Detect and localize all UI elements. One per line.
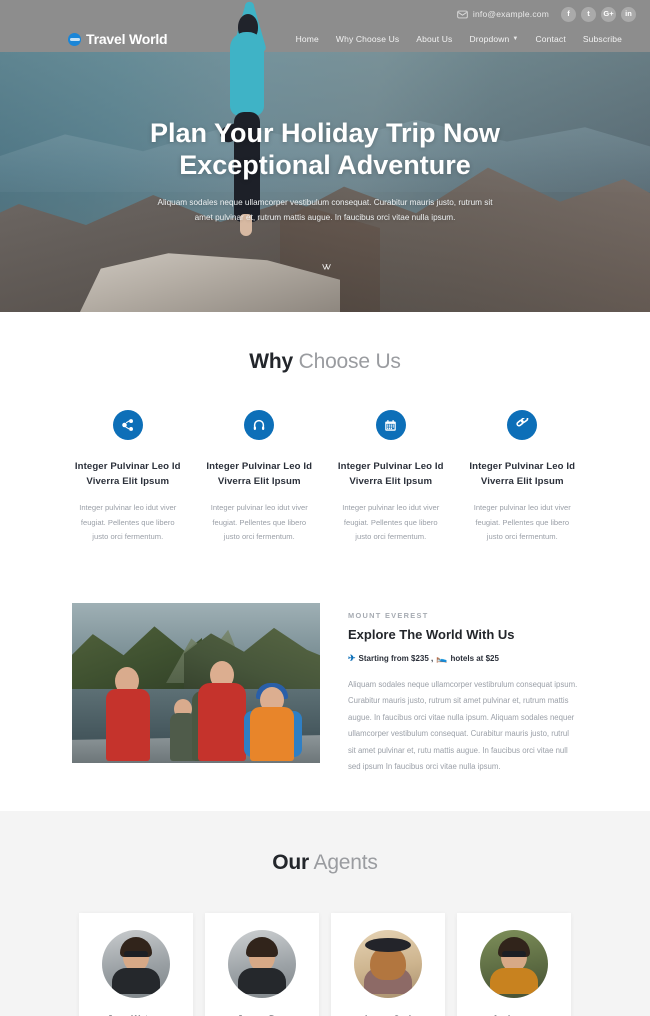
explore-section: MOUNT EVEREST Explore The World With Us …	[72, 603, 578, 775]
feature-title-line2: Viverra Elit Ipsum	[480, 475, 564, 487]
nav-item-dropdown-label: Dropdown	[469, 34, 510, 44]
hero-headline-line2: Exceptional Adventure	[179, 149, 471, 180]
agent-card[interactable]: Laura Carl Travel Agent +21 345 287 4556	[331, 913, 445, 1016]
feature-text: Integer pulvinar leo idut viver feugiat.…	[210, 502, 308, 542]
feature-card-3: Integer Pulvinar Leo Id Viverra Elit Ips…	[325, 410, 457, 545]
agents-section: Our Agents Jane Watson Travel Agent +21 …	[0, 811, 650, 1016]
chevron-down-icon: ▼	[512, 36, 519, 42]
email-contact[interactable]: info@example.com	[457, 9, 549, 20]
hero-headline: Plan Your Holiday Trip Now Exceptional A…	[0, 118, 650, 181]
feature-title-line2: Viverra Elit Ipsum	[217, 475, 301, 487]
agents-section-title: Our Agents	[0, 851, 650, 875]
nav-item-home[interactable]: Home	[296, 34, 319, 44]
main-navbar: Travel World Home Why Choose Us About Us…	[0, 22, 650, 56]
nav-item-dropdown[interactable]: Dropdown ▼	[469, 34, 518, 44]
agent-card[interactable]: James Doe Travel Agent +21 345 287 4556	[205, 913, 319, 1016]
feature-title-line1: Integer Pulvinar Leo Id	[337, 461, 444, 472]
feature-title-line1: Integer Pulvinar Leo Id	[469, 461, 576, 472]
flight-price-text: Starting from $235 ,	[358, 654, 434, 664]
feature-title: Integer Pulvinar Leo Id Viverra Elit Ips…	[204, 460, 316, 490]
calendar-icon	[375, 410, 406, 440]
explore-heading: Explore The World With Us	[348, 627, 515, 643]
twitter-icon[interactable]: t	[581, 6, 596, 22]
headphones-icon	[244, 410, 275, 440]
agents-title-bold: Our	[272, 851, 310, 875]
scroll-down-chevron-icon[interactable]: ˅˅	[0, 262, 650, 274]
social-links: f t G+ in	[561, 6, 636, 22]
feature-text: Integer pulvinar leo idut viver feugiat.…	[473, 502, 571, 542]
nav-links: Home Why Choose Us About Us Dropdown ▼ C…	[296, 34, 622, 44]
feature-card-4: Integer Pulvinar Leo Id Viverra Elit Ips…	[457, 410, 589, 545]
envelope-icon	[457, 10, 468, 18]
email-text: info@example.com	[472, 9, 549, 19]
explore-kicker: MOUNT EVEREST	[348, 611, 429, 621]
feature-text: Integer pulvinar leo idut viver feugiat.…	[79, 502, 177, 542]
feature-title-line2: Viverra Elit Ipsum	[86, 475, 170, 487]
explore-body-text: Aliquam sodales neque ullamcorper vestib…	[348, 680, 578, 771]
hero-subtext: Aliquam sodales neque ullamcorper vestib…	[0, 195, 650, 225]
feature-title: Integer Pulvinar Leo Id Viverra Elit Ips…	[467, 460, 579, 490]
feature-title-line1: Integer Pulvinar Leo Id	[74, 461, 181, 472]
feature-title-line2: Viverra Elit Ipsum	[349, 475, 433, 487]
facebook-icon[interactable]: f	[561, 6, 576, 22]
hero-copy: Plan Your Holiday Trip Now Exceptional A…	[0, 118, 650, 226]
agent-card-list: Jane Watson Travel Agent +21 345 287 455…	[0, 913, 650, 1016]
nav-item-about-us[interactable]: About Us	[416, 34, 452, 44]
avatar	[102, 930, 170, 999]
globe-icon	[68, 32, 81, 46]
hero-subtext-line1: Aliquam sodales neque ullamcorper vestib…	[157, 198, 493, 208]
explore-text-block: MOUNT EVEREST Explore The World With Us …	[348, 603, 578, 775]
person-child	[244, 677, 302, 762]
feature-title: Integer Pulvinar Leo Id Viverra Elit Ips…	[72, 460, 184, 490]
nav-item-why-choose-us[interactable]: Why Choose Us	[336, 34, 399, 44]
why-section-title: Why Choose Us	[0, 350, 650, 374]
bed-icon: 🛌	[436, 653, 448, 664]
link-icon	[507, 410, 538, 440]
avatar	[480, 930, 548, 999]
agent-card[interactable]: Jane Watson Travel Agent +21 345 287 455…	[79, 913, 193, 1016]
nav-item-subscribe[interactable]: Subscribe	[583, 34, 622, 44]
feature-list: Integer Pulvinar Leo Id Viverra Elit Ips…	[62, 410, 588, 545]
person-left	[102, 657, 154, 762]
hero-headline-line1: Plan Your Holiday Trip Now	[149, 118, 501, 148]
nav-item-contact[interactable]: Contact	[536, 34, 566, 44]
plane-icon: ✈	[348, 653, 356, 664]
explore-pricing: ✈ Starting from $235 , 🛌 hotels at $25	[348, 653, 578, 664]
hero-section: info@example.com f t G+ in Travel World …	[0, 0, 650, 312]
feature-card-1: Integer Pulvinar Leo Id Viverra Elit Ips…	[62, 410, 194, 545]
avatar	[228, 930, 296, 999]
linkedin-icon[interactable]: in	[621, 6, 636, 22]
feature-title-line1: Integer Pulvinar Leo Id	[206, 461, 313, 472]
avatar	[354, 930, 422, 999]
feature-card-2: Integer Pulvinar Leo Id Viverra Elit Ips…	[194, 410, 326, 545]
feature-text: Integer pulvinar leo idut viver feugiat.…	[342, 502, 440, 542]
agents-title-light: Agents	[309, 851, 378, 875]
feature-title: Integer Pulvinar Leo Id Viverra Elit Ips…	[335, 460, 447, 490]
why-choose-us-section: Why Choose Us Integer Pulvinar Leo Id Vi…	[0, 312, 650, 545]
hotel-price-text: hotels at $25	[450, 654, 499, 664]
google-plus-icon[interactable]: G+	[601, 6, 616, 22]
family-on-boat-photo	[72, 603, 320, 764]
person-center	[192, 649, 252, 762]
agent-card[interactable]: Anderson Travel Agent +21 345 287 4556	[457, 913, 571, 1016]
hero-subtext-line2: amet pulvinar et, rutrum mattis augue. I…	[194, 213, 456, 223]
share-nodes-icon	[112, 410, 143, 440]
why-title-light: Choose Us	[293, 350, 401, 373]
brand-name: Travel World	[86, 31, 168, 47]
brand-logo[interactable]: Travel World	[68, 31, 168, 47]
why-title-bold: Why	[249, 350, 293, 373]
